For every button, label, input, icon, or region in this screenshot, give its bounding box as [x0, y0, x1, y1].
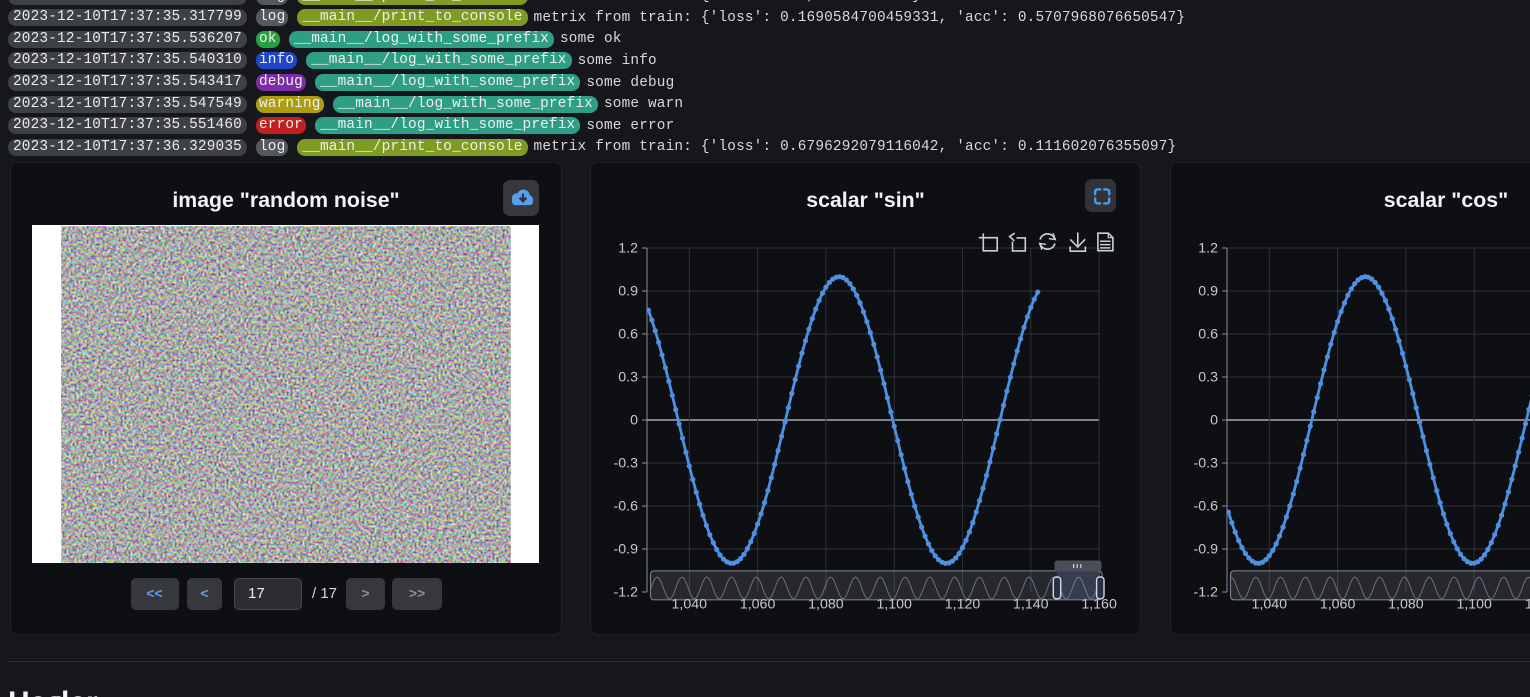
svg-text:0.9: 0.9: [618, 284, 638, 300]
svg-text:1,160: 1,160: [1081, 597, 1117, 613]
svg-text:1,060: 1,060: [740, 597, 776, 613]
svg-text:1,060: 1,060: [1320, 597, 1356, 613]
svg-text:-0.6: -0.6: [614, 499, 639, 515]
svg-text:-1.2: -1.2: [1194, 585, 1219, 601]
svg-text:0.6: 0.6: [618, 327, 638, 343]
svg-text:0: 0: [1210, 413, 1218, 429]
svg-text:1,120: 1,120: [945, 597, 981, 613]
svg-text:-0.9: -0.9: [614, 542, 639, 558]
svg-text:1,140: 1,140: [1013, 597, 1049, 613]
svg-text:0.3: 0.3: [618, 370, 638, 386]
svg-text:-1.2: -1.2: [614, 585, 639, 601]
svg-text:1,100: 1,100: [876, 597, 912, 613]
svg-text:0.6: 0.6: [1198, 327, 1218, 343]
svg-text:1.2: 1.2: [618, 241, 638, 257]
svg-text:1,080: 1,080: [1388, 597, 1424, 613]
svg-text:-0.3: -0.3: [614, 456, 639, 472]
svg-text:0: 0: [630, 413, 638, 429]
svg-text:-0.9: -0.9: [1194, 542, 1219, 558]
svg-text:1,080: 1,080: [808, 597, 844, 613]
svg-text:1.2: 1.2: [1198, 241, 1218, 257]
svg-text:1,100: 1,100: [1456, 597, 1492, 613]
svg-text:1,120: 1,120: [1525, 597, 1530, 613]
svg-text:0.9: 0.9: [1198, 284, 1218, 300]
svg-text:-0.6: -0.6: [1194, 499, 1219, 515]
svg-text:-0.3: -0.3: [1194, 456, 1219, 472]
svg-text:1,040: 1,040: [672, 597, 708, 613]
svg-text:0.3: 0.3: [1198, 370, 1218, 386]
svg-text:1,040: 1,040: [1252, 597, 1288, 613]
